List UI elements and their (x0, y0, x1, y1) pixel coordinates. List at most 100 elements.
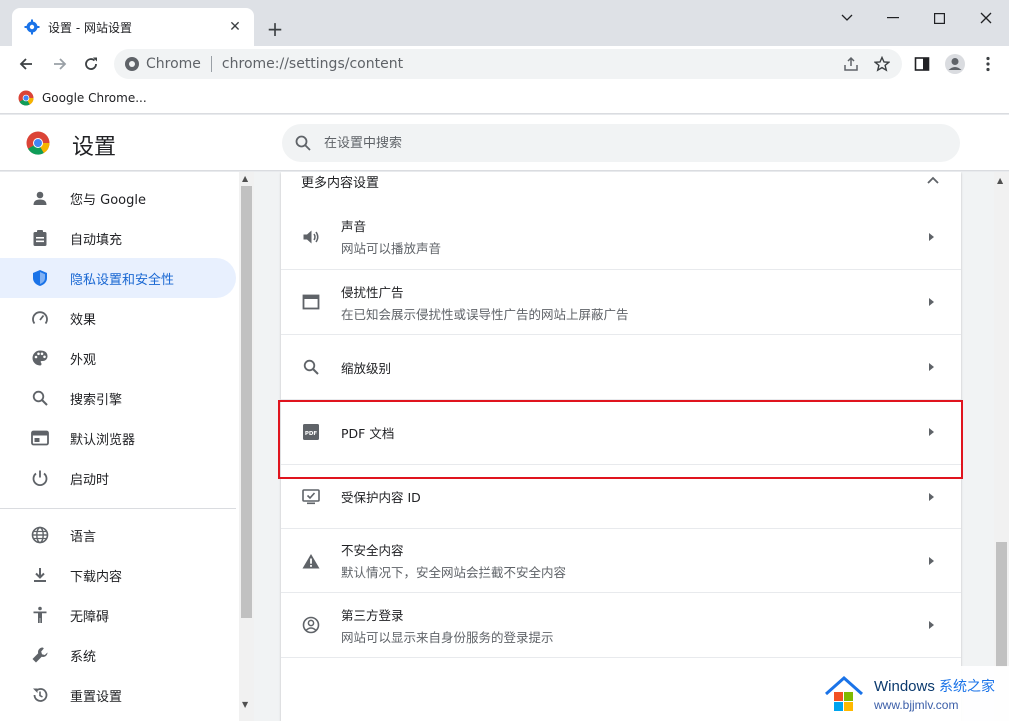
tab-strip: 设置 - 网站设置 ✕ + (0, 0, 1009, 46)
account-circle-icon (301, 615, 321, 635)
row-title: 缩放级别 (341, 360, 392, 376)
sidebar-item-label: 外观 (70, 352, 97, 368)
maximize-icon[interactable] (916, 4, 962, 32)
browser-icon (30, 428, 50, 448)
pdf-icon: PDF (301, 422, 321, 442)
watermark-line1: Windows 系统之家 (874, 677, 996, 695)
reset-icon (30, 685, 50, 705)
scroll-down-icon[interactable]: ▼ (242, 700, 248, 709)
row-sound[interactable]: 声音 网站可以播放声音 (281, 204, 961, 269)
row-intrusive-ads[interactable]: 侵扰性广告 在已知会展示侵扰性或误导性广告的网站上屏蔽广告 (281, 269, 961, 334)
power-icon (30, 468, 50, 488)
sidebar-item-label: 语言 (70, 529, 97, 545)
search-icon (30, 388, 50, 408)
clipboard-icon (30, 228, 50, 248)
search-icon (295, 135, 311, 151)
sidebar: 您与 Google 自动填充 隐私设置和安全性 效果 外观 搜索引擎 默认浏览器… (0, 172, 254, 721)
new-tab-button[interactable]: + (262, 16, 288, 42)
row-pdf-documents[interactable]: PDF PDF 文档 (281, 399, 961, 464)
sidebar-item-label: 下载内容 (70, 569, 123, 585)
settings-card: 更多内容设置 声音 网站可以播放声音 侵扰性广告 在已知会展示侵扰性或误导性广告的网… (281, 172, 961, 721)
sidebar-item-search-engine[interactable]: 搜索引擎 (0, 378, 236, 418)
page-scrollbar[interactable]: ▲ (994, 172, 1009, 721)
url-text[interactable]: chrome://settings/content (222, 56, 403, 72)
address-bar[interactable]: Chrome chrome://settings/content (114, 49, 902, 79)
speedometer-icon (30, 308, 50, 328)
search-input[interactable] (324, 135, 924, 151)
sidebar-item-languages[interactable]: 语言 (0, 515, 236, 555)
row-subtitle: 网站可以显示来自身份服务的登录提示 (341, 629, 554, 645)
download-icon (30, 565, 50, 585)
row-title: PDF 文档 (341, 425, 395, 441)
sidebar-item-default-browser[interactable]: 默认浏览器 (0, 418, 236, 458)
tab-search-icon[interactable] (824, 4, 870, 32)
section-title: 更多内容设置 (301, 176, 380, 191)
row-protected-content[interactable]: 受保护内容 ID (281, 464, 961, 528)
sidebar-item-accessibility[interactable]: 无障碍 (0, 595, 236, 635)
sidebar-item-performance[interactable]: 效果 (0, 298, 236, 338)
person-icon (30, 188, 50, 208)
sidebar-item-on-startup[interactable]: 启动时 (0, 458, 236, 498)
share-icon[interactable] (837, 50, 865, 78)
bookmark-star-icon[interactable] (868, 50, 896, 78)
settings-search[interactable] (282, 124, 960, 162)
window-icon (301, 292, 321, 312)
sidebar-item-autofill[interactable]: 自动填充 (0, 218, 236, 258)
bookmark-item[interactable]: Google Chrome... (18, 90, 147, 106)
zoom-icon (301, 357, 321, 377)
close-window-icon[interactable] (963, 4, 1009, 32)
chrome-logo-icon (18, 90, 34, 106)
side-panel-icon[interactable] (908, 50, 936, 78)
minimize-icon[interactable] (870, 4, 916, 32)
row-title: 声音 (341, 219, 367, 234)
protected-content-icon (301, 487, 321, 507)
sidebar-item-you-and-google[interactable]: 您与 Google (0, 178, 236, 218)
toolbar: Chrome chrome://settings/content (0, 46, 1009, 82)
palette-icon (30, 348, 50, 368)
scroll-up-icon[interactable]: ▲ (242, 174, 248, 183)
scroll-up-icon[interactable]: ▲ (997, 176, 1003, 185)
sidebar-item-downloads[interactable]: 下载内容 (0, 555, 236, 595)
globe-icon (30, 525, 50, 545)
sidebar-item-reset[interactable]: 重置设置 (0, 675, 236, 715)
sidebar-item-label: 默认浏览器 (70, 432, 136, 448)
forward-arrow-icon[interactable] (46, 50, 74, 78)
row-insecure-content[interactable]: 不安全内容 默认情况下，安全网站会拦截不安全内容 (281, 528, 961, 592)
back-arrow-icon[interactable] (12, 50, 40, 78)
sidebar-divider (0, 508, 236, 509)
chevron-right-icon (921, 422, 941, 442)
row-subtitle: 在已知会展示侵扰性或误导性广告的网站上屏蔽广告 (341, 306, 629, 322)
gear-icon (24, 19, 40, 35)
bookmark-label: Google Chrome... (42, 90, 147, 105)
tab-settings[interactable]: 设置 - 网站设置 ✕ (12, 8, 254, 46)
chrome-logo-icon (26, 131, 50, 155)
chevron-right-icon (921, 615, 941, 635)
row-zoom-levels[interactable]: 缩放级别 (281, 334, 961, 399)
chevron-right-icon (921, 551, 941, 571)
row-title: 不安全内容 (341, 543, 404, 558)
sidebar-item-label: 重置设置 (70, 689, 123, 705)
menu-kebab-icon[interactable] (974, 50, 1002, 78)
site-chip: Chrome (146, 56, 201, 72)
page-scroll-thumb[interactable] (996, 542, 1007, 667)
reload-icon[interactable] (77, 50, 105, 78)
chevron-right-icon (921, 357, 941, 377)
page-title: 设置 (72, 135, 117, 160)
sidebar-scroll-thumb[interactable] (241, 186, 252, 618)
speaker-icon (301, 227, 321, 247)
tab-title: 设置 - 网站设置 (48, 20, 132, 35)
sidebar-item-appearance[interactable]: 外观 (0, 338, 236, 378)
sidebar-item-label: 隐私设置和安全性 (70, 272, 175, 288)
sidebar-item-label: 您与 Google (70, 192, 146, 208)
row-third-party-sign-in[interactable]: 第三方登录网站可以显示来自身份服务的登录提示 (281, 592, 961, 657)
sidebar-scrollbar[interactable]: ▲ ▼ (239, 172, 254, 721)
chevron-up-icon[interactable] (925, 172, 941, 188)
profile-avatar-icon[interactable] (941, 50, 969, 78)
sidebar-item-privacy[interactable]: 隐私设置和安全性 (0, 258, 236, 298)
accessibility-icon (30, 605, 50, 625)
sidebar-item-system[interactable]: 系统 (0, 635, 236, 675)
sidebar-item-label: 搜索引擎 (70, 392, 123, 408)
chrome-site-icon (125, 57, 139, 71)
row-title: 第三方登录 (341, 607, 404, 623)
tab-close-icon[interactable]: ✕ (226, 18, 244, 36)
